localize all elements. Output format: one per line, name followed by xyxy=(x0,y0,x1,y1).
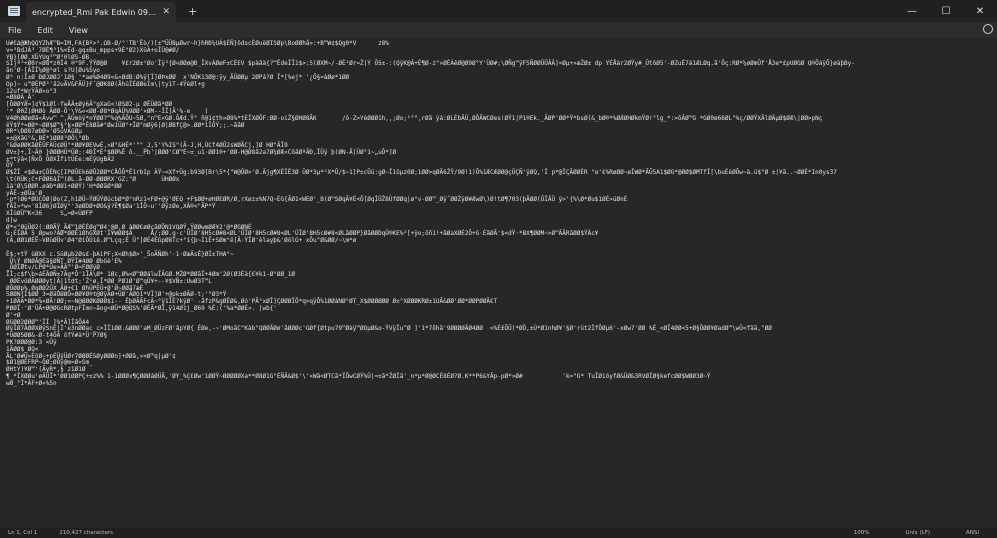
maximize-button[interactable]: ☐ xyxy=(929,0,963,22)
tab-close-icon[interactable]: ✕ xyxy=(162,7,170,17)
editor-text-content[interactable]: U#ƐΔ@ЖhQQYZhÆ™B=IM‚FA{Bº>³.ΩB-Ø/°'TB'Êò/… xyxy=(0,38,997,528)
status-right-group: 100% Unix (LF) ANSI xyxy=(836,528,997,538)
text-editor-area[interactable]: U#ƐΔ@ЖhQQYZhÆ™B=IM‚FA{Bº>³.ΩB-Ø/°'TB'Êò/… xyxy=(0,38,997,528)
encoding[interactable]: ANSI xyxy=(948,530,997,536)
menu-bar: File Edit View xyxy=(0,22,997,38)
window-controls: — ☐ ✕ xyxy=(895,0,997,22)
notepad-app-icon xyxy=(8,6,20,16)
new-tab-plus-icon[interactable]: + xyxy=(188,5,197,18)
menu-file[interactable]: File xyxy=(0,26,29,35)
title-bar: encrypted_Rmi Pak Edwin 090820 ✕ + — ☐ ✕ xyxy=(0,0,997,22)
minimize-button[interactable]: — xyxy=(895,0,929,22)
menu-view[interactable]: View xyxy=(61,26,96,35)
tab-encrypted-file[interactable]: encrypted_Rmi Pak Edwin 090820 ✕ xyxy=(26,2,176,22)
status-bar: Ln 1, Col 1 210,427 characters 100% Unix… xyxy=(0,528,997,538)
close-window-button[interactable]: ✕ xyxy=(963,0,997,22)
cursor-position: Ln 1, Col 1 xyxy=(8,530,38,536)
tab-title: encrypted_Rmi Pak Edwin 090820 xyxy=(32,7,159,17)
menu-edit[interactable]: Edit xyxy=(29,26,61,35)
character-count: 210,427 characters xyxy=(59,530,113,536)
settings-gear-icon[interactable] xyxy=(983,24,993,34)
zoom-level[interactable]: 100% xyxy=(836,530,888,536)
line-ending[interactable]: Unix (LF) xyxy=(887,530,948,536)
